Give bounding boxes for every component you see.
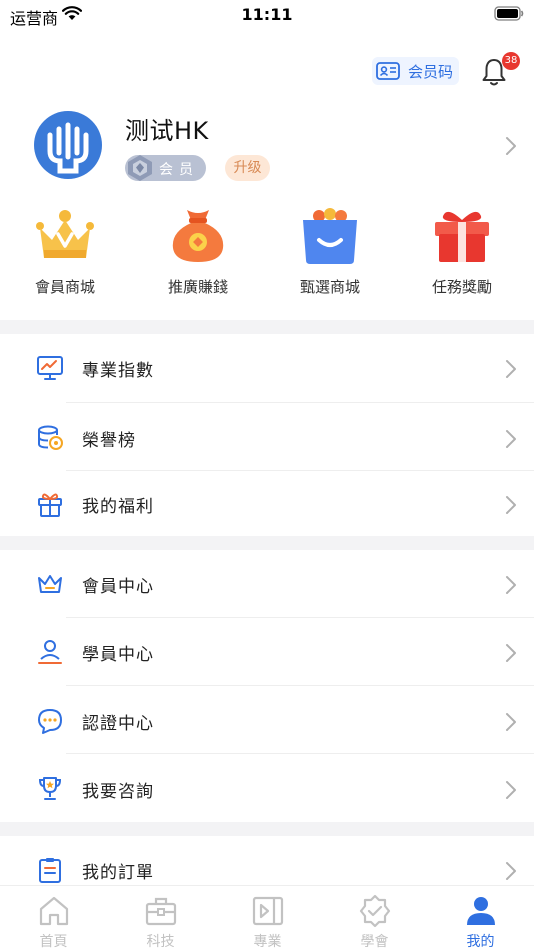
shortcut-label: 會員商城 <box>34 278 95 296</box>
shortcut-label: 推廣賺錢 <box>167 278 228 296</box>
menu-item-label: 學員中心 <box>82 645 154 665</box>
member-level-badge: 会员 <box>125 155 206 181</box>
money-bag-icon <box>172 210 224 262</box>
menu-item-label: 認證中心 <box>82 714 154 734</box>
menu-item-label: 榮譽榜 <box>82 431 136 451</box>
menu-item-label: 我的福利 <box>82 497 154 517</box>
badge-icon <box>359 894 391 928</box>
divider <box>66 753 534 754</box>
student-reading-icon <box>38 640 62 664</box>
menu-item-consultation[interactable]: 我要咨詢 <box>0 755 534 821</box>
shortcut-grid: 會員商城 推廣賺錢 甄選商城 任務獎勵 <box>0 200 534 310</box>
member-code-label: 会员码 <box>408 62 454 81</box>
divider <box>66 402 534 403</box>
chevron-right-icon <box>506 644 516 662</box>
id-card-icon <box>376 62 400 80</box>
menu-item-honor-roll[interactable]: 榮譽榜 <box>0 404 534 470</box>
chevron-right-icon <box>506 576 516 594</box>
shortcut-label: 任務獎勵 <box>431 278 492 296</box>
crown-outline-icon <box>38 575 62 593</box>
chevron-right-icon <box>506 781 516 799</box>
chevron-right-icon <box>506 862 516 880</box>
tab-label: 我的 <box>466 934 495 950</box>
gift-icon <box>435 211 489 262</box>
shortcut-selected-mall[interactable]: 甄選商城 <box>270 200 390 310</box>
shortcut-label: 甄選商城 <box>299 278 360 296</box>
tab-label: 首頁 <box>39 934 68 950</box>
tab-label: 科技 <box>146 934 175 950</box>
diamond-icon <box>128 155 152 181</box>
menu-item-my-benefits[interactable]: 我的福利 <box>0 470 534 536</box>
tab-me[interactable]: 我的 <box>427 886 534 950</box>
status-bar: 运营商 11:11 <box>0 0 534 28</box>
toolbox-icon <box>145 897 177 926</box>
member-code-button[interactable]: 会员码 <box>372 57 460 85</box>
chevron-right-icon <box>506 137 516 155</box>
section-separator <box>0 822 534 836</box>
home-icon <box>39 896 69 926</box>
tab-home[interactable]: 首頁 <box>0 886 107 950</box>
divider <box>66 685 534 686</box>
header-actions: 会员码 <box>0 48 534 94</box>
shopping-basket-icon <box>303 208 357 264</box>
notification-badge: 38 <box>502 52 520 70</box>
coin-stack-icon <box>38 425 63 450</box>
member-badge-label: 会员 <box>159 162 199 178</box>
shortcut-member-mall[interactable]: 會員商城 <box>5 200 125 310</box>
section-separator <box>0 536 534 550</box>
menu-item-student-center[interactable]: 學員中心 <box>0 618 534 684</box>
section-separator <box>0 320 534 334</box>
avatar <box>34 111 102 179</box>
video-icon <box>252 896 284 926</box>
clock: 11:11 <box>241 5 293 24</box>
menu-item-label: 我要咨詢 <box>82 782 154 802</box>
gift-box-icon <box>38 493 62 517</box>
chat-bubble-icon <box>38 709 62 734</box>
shortcut-task-rewards[interactable]: 任務獎勵 <box>402 200 522 310</box>
chevron-right-icon <box>506 430 516 448</box>
tab-technology[interactable]: 科技 <box>107 886 214 950</box>
menu-item-professional-index[interactable]: 專業指數 <box>0 334 534 400</box>
menu-item-label: 我的訂單 <box>82 863 154 883</box>
upgrade-button[interactable]: 升级 <box>225 155 270 181</box>
person-icon <box>467 897 495 925</box>
profile-card[interactable]: 测试HK 会员 升级 <box>0 104 534 190</box>
chevron-right-icon <box>506 713 516 731</box>
tab-professional[interactable]: 專業 <box>214 886 321 950</box>
order-list-icon <box>39 858 61 883</box>
menu-item-label: 專業指數 <box>82 361 154 381</box>
menu-item-label: 會員中心 <box>82 577 154 597</box>
bottom-tab-bar: 首頁 科技 專業 學會 我的 <box>0 885 534 950</box>
tab-label: 專業 <box>253 934 282 950</box>
tab-society[interactable]: 學會 <box>321 886 428 950</box>
menu-item-certification-center[interactable]: 認證中心 <box>0 687 534 753</box>
line-chart-monitor-icon <box>37 356 63 380</box>
battery-icon <box>494 6 524 21</box>
menu-item-member-center[interactable]: 會員中心 <box>0 550 534 616</box>
tab-label: 學會 <box>360 934 389 950</box>
chevron-right-icon <box>506 360 516 378</box>
trophy-icon <box>38 777 62 800</box>
username: 测试HK <box>125 117 209 145</box>
crown-icon <box>36 210 94 258</box>
chevron-right-icon <box>506 496 516 514</box>
shortcut-promote-earn[interactable]: 推廣賺錢 <box>138 200 258 310</box>
